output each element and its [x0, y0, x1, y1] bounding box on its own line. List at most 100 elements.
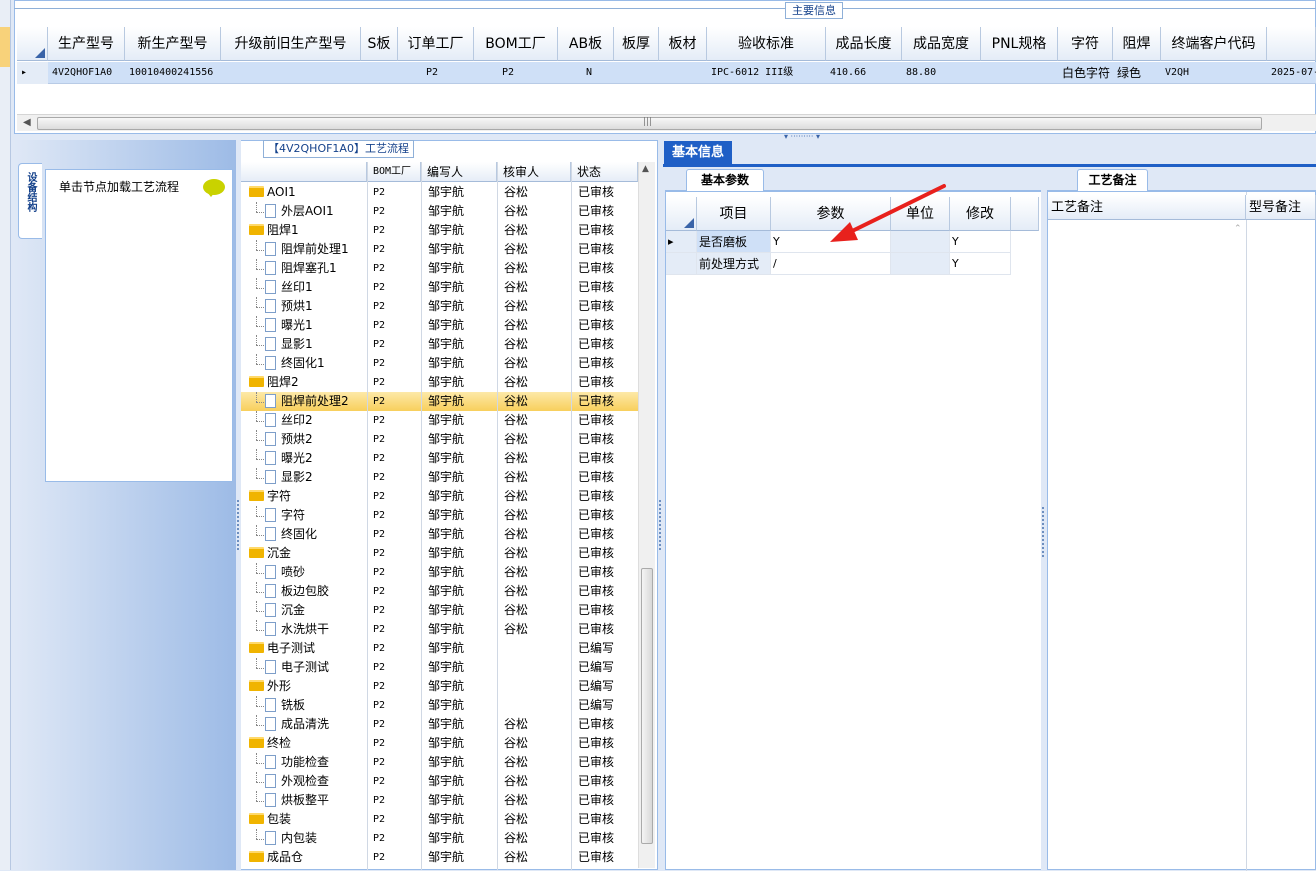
main-col-header[interactable]: PNL规格: [981, 27, 1058, 61]
tree-row[interactable]: 曝光2 P2 邹宇航 谷松 已审核: [241, 449, 638, 468]
tree-node[interactable]: 板边包胶: [265, 582, 329, 601]
main-cell[interactable]: 4V2QHOF1A0: [48, 62, 125, 84]
tree-node[interactable]: 包装: [249, 810, 291, 829]
tree-row[interactable]: 铣板 P2 邹宇航 已编写: [241, 696, 638, 715]
tree-row[interactable]: 显影2 P2 邹宇航 谷松 已审核: [241, 468, 638, 487]
tree-node[interactable]: 预烘1: [265, 297, 313, 316]
main-col-header[interactable]: AB板: [558, 27, 614, 61]
param-cell-modify[interactable]: Y: [950, 231, 1011, 253]
main-col-header[interactable]: 字符: [1058, 27, 1113, 61]
tree-row[interactable]: 丝印1 P2 邹宇航 谷松 已审核: [241, 278, 638, 297]
nav-title[interactable]: 单击节点加载工艺流程: [59, 178, 179, 195]
tree-col-header[interactable]: [241, 162, 367, 182]
tree-node[interactable]: 成品仓: [249, 848, 303, 867]
tree-row[interactable]: 水洗烘干 P2 邹宇航 谷松 已审核: [241, 620, 638, 639]
main-col-header[interactable]: S板: [361, 27, 398, 61]
tree-node[interactable]: 丝印1: [265, 278, 313, 297]
main-col-header[interactable]: 验收标准: [707, 27, 826, 61]
param-cell-unit[interactable]: [891, 253, 950, 275]
tree-node[interactable]: 阻焊前处理2: [265, 392, 349, 411]
tree-row[interactable]: 显影1 P2 邹宇航 谷松 已审核: [241, 335, 638, 354]
tree-col-header[interactable]: 核审人: [497, 162, 571, 182]
tree-row[interactable]: 外形 P2 邹宇航 已编写: [241, 677, 638, 696]
tree-row[interactable]: 阻焊塞孔1 P2 邹宇航 谷松 已审核: [241, 259, 638, 278]
tree-row[interactable]: 预烘1 P2 邹宇航 谷松 已审核: [241, 297, 638, 316]
tree-node[interactable]: 曝光1: [265, 316, 313, 335]
main-col-header[interactable]: 新生产型号: [125, 27, 221, 61]
tree-node[interactable]: 阻焊2: [249, 373, 299, 392]
tree-row[interactable]: 包装 P2 邹宇航 谷松 已审核: [241, 810, 638, 829]
tree-node[interactable]: 喷砂: [265, 563, 305, 582]
scroll-up-arrow-icon[interactable]: ▲: [642, 164, 649, 174]
tab-process-remarks[interactable]: 工艺备注: [1077, 169, 1148, 191]
tree-row[interactable]: 阻焊前处理1 P2 邹宇航 谷松 已审核: [241, 240, 638, 259]
tree-node[interactable]: 外形: [249, 677, 291, 696]
tree-row[interactable]: 丝印2 P2 邹宇航 谷松 已审核: [241, 411, 638, 430]
horizontal-scrollbar[interactable]: ◀ |||: [17, 114, 1316, 131]
tree-row[interactable]: 阻焊前处理2 P2 邹宇航 谷松 已审核: [241, 392, 638, 411]
param-col-header[interactable]: 修改: [950, 197, 1011, 231]
tree-node[interactable]: 铣板: [265, 696, 305, 715]
param-cell-item[interactable]: 前处理方式: [697, 253, 771, 275]
main-col-header[interactable]: 生产型号: [48, 27, 125, 61]
param-cell-item[interactable]: 是否磨板: [697, 231, 771, 253]
main-cell[interactable]: P2: [398, 62, 474, 84]
tree-row[interactable]: 阻焊2 P2 邹宇航 谷松 已审核: [241, 373, 638, 392]
main-cell[interactable]: [659, 62, 707, 84]
main-col-header[interactable]: 阻焊: [1113, 27, 1161, 61]
tree-node[interactable]: 终固化1: [265, 354, 325, 373]
main-cell[interactable]: P2: [474, 62, 558, 84]
tree-row[interactable]: 字符 P2 邹宇航 谷松 已审核: [241, 487, 638, 506]
tab-basic-info[interactable]: 基本信息: [664, 141, 732, 165]
main-cell[interactable]: [981, 62, 1058, 84]
tree-row[interactable]: 字符 P2 邹宇航 谷松 已审核: [241, 506, 638, 525]
tree-row[interactable]: AOI1 P2 邹宇航 谷松 已审核: [241, 183, 638, 202]
tree-scroll-thumb[interactable]: [641, 568, 653, 844]
tree-node[interactable]: 字符: [265, 506, 305, 525]
vertical-tab-structure[interactable]: 设备结构: [18, 163, 42, 239]
main-cell[interactable]: [614, 62, 659, 84]
tree-node[interactable]: 内包装: [265, 829, 317, 848]
tree-row[interactable]: 板边包胶 P2 邹宇航 谷松 已审核: [241, 582, 638, 601]
param-cell-param[interactable]: /: [771, 253, 891, 275]
tree-node[interactable]: 电子测试: [249, 639, 315, 658]
tree-node[interactable]: 显影1: [265, 335, 313, 354]
tree-node[interactable]: 字符: [249, 487, 291, 506]
tree-row[interactable]: 电子测试 P2 邹宇航 已编写: [241, 639, 638, 658]
tree-node[interactable]: 外层AOI1: [265, 202, 334, 221]
tree-node[interactable]: 电子测试: [265, 658, 329, 677]
main-col-header[interactable]: 板厚: [614, 27, 659, 61]
main-cell-overflow[interactable]: 2025-07-: [1267, 62, 1316, 84]
tree-row[interactable]: 终固化1 P2 邹宇航 谷松 已审核: [241, 354, 638, 373]
param-col-header[interactable]: 项目: [697, 197, 771, 231]
tree-node[interactable]: AOI1: [249, 183, 296, 202]
tree-node[interactable]: 显影2: [265, 468, 313, 487]
tree-node[interactable]: 沉金: [265, 601, 305, 620]
tree-row[interactable]: 成品清洗 P2 邹宇航 谷松 已审核: [241, 715, 638, 734]
scroll-left-arrow-icon[interactable]: ◀: [23, 117, 31, 128]
tree-col-header[interactable]: BOM工厂: [367, 162, 421, 182]
tree-node[interactable]: 终检: [249, 734, 291, 753]
main-col-header[interactable]: BOM工厂: [474, 27, 558, 61]
remark-scroll-up-icon[interactable]: ⌃: [1234, 224, 1242, 234]
tree-node[interactable]: 水洗烘干: [265, 620, 329, 639]
main-col-header[interactable]: 终端客户代码: [1161, 27, 1267, 61]
tree-node[interactable]: 烘板整平: [265, 791, 329, 810]
horizontal-scroll-thumb[interactable]: |||: [37, 117, 1262, 130]
main-col-header[interactable]: 成品长度: [826, 27, 902, 61]
main-col-header[interactable]: 升级前旧生产型号: [221, 27, 361, 61]
main-cell[interactable]: 410.66: [826, 62, 902, 84]
main-cell[interactable]: [221, 62, 361, 84]
tree-row[interactable]: 成品仓 P2 邹宇航 谷松 已审核: [241, 848, 638, 867]
tree-node[interactable]: 外观检查: [265, 772, 329, 791]
tree-node[interactable]: 丝印2: [265, 411, 313, 430]
tree-node[interactable]: 阻焊前处理1: [265, 240, 349, 259]
tree-node[interactable]: 成品清洗: [265, 715, 329, 734]
param-cell-modify[interactable]: Y: [950, 253, 1011, 275]
tree-node[interactable]: 沉金: [249, 544, 291, 563]
tree-row[interactable]: 功能检查 P2 邹宇航 谷松 已审核: [241, 753, 638, 772]
main-cell[interactable]: N: [558, 62, 614, 84]
tree-col-header[interactable]: 编写人: [421, 162, 497, 182]
tree-node[interactable]: 曝光2: [265, 449, 313, 468]
tree-vertical-scrollbar[interactable]: ▲: [638, 162, 655, 868]
